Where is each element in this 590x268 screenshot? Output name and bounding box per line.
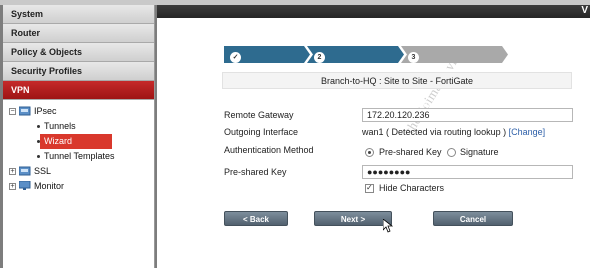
change-link[interactable]: [Change] [509,127,546,137]
auth-psk-label: Pre-shared Key [379,147,442,157]
tree-node-tunnels[interactable]: Tunnels [3,119,154,134]
back-button[interactable]: < Back [224,211,288,226]
bullet-icon [37,125,40,128]
hide-characters-label: Hide Characters [379,183,445,193]
tree-label-ssl: SSL [34,166,52,176]
header-bar: V [157,5,590,18]
step-number-icon: 3 [408,52,419,63]
psk-label: Pre-shared Key [224,167,287,177]
step-policy-routing: 3Policy & Routing [402,46,433,110]
step-vpn-setup: ✓VPN Setup [224,46,248,93]
tree-node-ssl[interactable]: + SSL [3,164,154,179]
monitor-icon [19,181,31,190]
expand-icon[interactable]: + [9,168,16,175]
vpn-tree: − IPsec Tunnels Wizard Tunnel Templates … [3,100,154,194]
outgoing-interface-label: Outgoing Interface [224,127,299,137]
step-number-icon: 2 [314,52,325,63]
sidebar-cat-policy-objects[interactable]: Policy & Objects [3,43,154,62]
tree-label-ipsec: IPsec [34,106,57,116]
auth-psk-radio[interactable] [365,148,374,157]
tree-node-monitor[interactable]: + Monitor [3,179,154,194]
auth-signature-radio[interactable] [447,148,456,157]
header-corner-text: V [581,5,588,16]
tree-label-tunnel-templates: Tunnel Templates [44,151,115,161]
step-authentication: 2Authentication [308,46,365,76]
check-icon: ✓ [230,52,241,63]
collapse-icon[interactable]: − [9,108,16,115]
sidebar-cat-router[interactable]: Router [3,24,154,43]
outgoing-interface-text: wan1 ( Detected via routing lookup ) [362,127,507,137]
tree-label-monitor: Monitor [34,181,65,191]
cancel-button[interactable]: Cancel [433,211,513,226]
auth-signature-label: Signature [460,147,499,157]
outgoing-interface-value: wan1 ( Detected via routing lookup ) [Ch… [362,127,545,137]
sidebar-cat-security-profiles[interactable]: Security Profiles [3,62,154,81]
remote-gateway-label: Remote Gateway [224,110,294,120]
ipsec-icon [19,106,31,116]
steps-arrows [224,46,508,63]
remote-gateway-input[interactable]: 172.20.120.236 [362,108,573,122]
tree-label-wizard: Wizard [40,134,113,149]
tree-node-wizard[interactable]: Wizard [3,134,154,149]
next-button[interactable]: Next > [314,211,392,226]
mouse-cursor-icon [383,219,393,233]
expand-icon[interactable]: + [9,183,16,190]
wizard-title: Branch-to-HQ : Site to Site - FortiGate [222,72,572,89]
ssl-icon [19,166,31,176]
sidebar-cat-vpn[interactable]: VPN [3,81,154,100]
tree-node-tunnel-templates[interactable]: Tunnel Templates [3,149,154,164]
auth-method-label: Authentication Method [224,145,314,155]
bullet-icon [37,155,40,158]
sidebar-cat-system[interactable]: System [3,5,154,24]
sidebar: System Router Policy & Objects Security … [3,5,155,268]
hide-characters-checkbox[interactable] [365,183,374,193]
wizard-panel: thegioimang.vn ✓VPN Setup 2Authenticatio… [157,18,590,268]
tree-label-tunnels: Tunnels [44,121,76,131]
psk-input[interactable]: ●●●●●●●● [362,165,573,179]
tree-node-ipsec[interactable]: − IPsec [3,104,154,119]
